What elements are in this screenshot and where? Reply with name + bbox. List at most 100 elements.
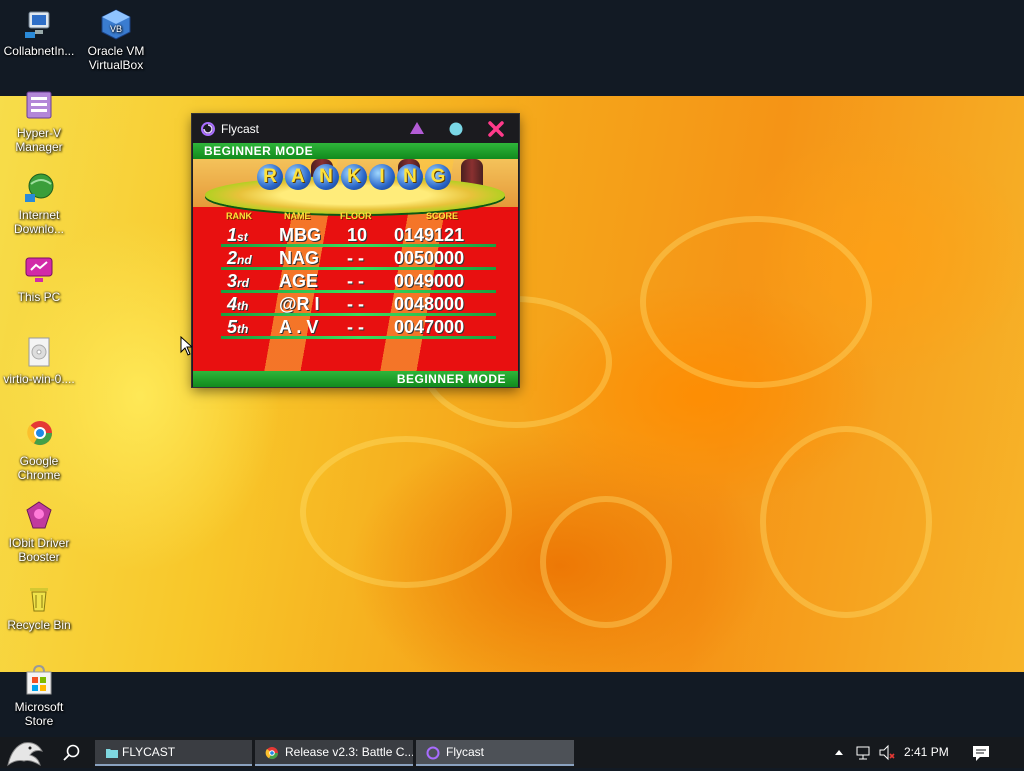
show-hidden-icons-button[interactable] xyxy=(832,737,846,768)
store-icon xyxy=(23,664,55,696)
network-tray-button[interactable] xyxy=(854,737,874,768)
triangle-icon xyxy=(410,122,424,134)
desktop-icon-label: Hyper-V Manager xyxy=(15,126,63,154)
virtualbox-icon: VB xyxy=(100,8,132,40)
desktop-icon-this-pc[interactable]: This PC xyxy=(1,254,77,304)
title-letter: A xyxy=(285,164,311,190)
close-icon xyxy=(488,121,504,137)
taskbar-item-chrome[interactable]: Release v2.3: Battle C... xyxy=(255,740,413,766)
desktop-icon-label: Microsoft Store xyxy=(14,700,64,728)
desktop-icon-iobit[interactable]: IObit Driver Booster xyxy=(1,500,77,564)
search-button[interactable] xyxy=(56,742,86,764)
score-cell: 0049000 xyxy=(394,271,465,291)
row-underline xyxy=(221,336,496,339)
desktop-icon-label: CollabnetIn... xyxy=(3,44,75,58)
wallpaper-swirl xyxy=(540,496,672,628)
recycle-bin-icon xyxy=(23,582,55,614)
flycast-logo-icon xyxy=(201,122,215,136)
ranking-row: 3rd AGE - - 0049000 xyxy=(211,271,506,293)
mouse-cursor-icon xyxy=(180,335,194,356)
title-letter: N xyxy=(397,164,423,190)
wallpaper-swirl xyxy=(640,216,872,388)
ranking-row: 4th @R I - - 0048000 xyxy=(211,294,506,316)
desktop-icon-label: IObit Driver Booster xyxy=(8,536,70,564)
flycast-logo-icon xyxy=(426,745,440,760)
desktop-icon-hyperv[interactable]: Hyper-V Manager xyxy=(1,90,77,154)
close-button[interactable] xyxy=(485,119,507,139)
name-cell: MBG xyxy=(279,225,321,245)
desktop-icon-microsoft-store[interactable]: Microsoft Store xyxy=(1,664,77,728)
ranking-row: 5th A . V - - 0047000 xyxy=(211,317,506,339)
desktop-icon-collabnet[interactable]: CollabnetIn... xyxy=(1,8,77,58)
chrome-icon xyxy=(23,418,55,450)
ranking-row: 2nd NAG - - 0050000 xyxy=(211,248,506,270)
dragon-logo-icon xyxy=(7,742,44,767)
taskbar-item-flycast[interactable]: Flycast xyxy=(416,740,574,766)
mode-banner-bottom: BEGINNER MODE xyxy=(193,371,518,387)
circle-icon xyxy=(449,122,463,136)
title-letter: N xyxy=(313,164,339,190)
wallpaper-swirl xyxy=(300,436,512,588)
row-underline xyxy=(221,267,496,270)
game-screen[interactable]: BEGINNER MODE R A N K I N G RANK NAME FL… xyxy=(193,143,518,387)
rank-cell: 2nd xyxy=(227,248,252,268)
score-cell: 0149121 xyxy=(394,225,465,245)
taskbar-item-label: FLYCAST xyxy=(122,745,176,759)
desktop-icon-internet-download[interactable]: Internet Downlo... xyxy=(1,172,77,236)
notification-icon xyxy=(973,746,989,761)
desktop-icon-chrome[interactable]: Google Chrome xyxy=(1,418,77,482)
chrome-icon xyxy=(265,745,279,760)
network-icon xyxy=(856,746,870,760)
floor-cell: - - xyxy=(347,248,364,268)
disc-image-icon xyxy=(23,336,55,368)
title-letter: R xyxy=(257,164,283,190)
name-cell: AGE xyxy=(279,271,319,291)
folder-icon xyxy=(105,745,119,759)
rank-cell: 3rd xyxy=(227,271,250,291)
row-underline xyxy=(221,313,496,316)
desktop-icon-label: Internet Downlo... xyxy=(13,208,65,236)
title-bar[interactable]: Flycast xyxy=(192,114,519,143)
title-letter: I xyxy=(369,164,395,190)
taskbar-item-flycast-folder[interactable]: FLYCAST xyxy=(95,740,252,766)
desktop-icon-label: Recycle Bin xyxy=(7,618,71,632)
mode-label: BEGINNER MODE xyxy=(204,144,314,158)
globe-download-icon xyxy=(23,172,55,204)
computer-network-icon xyxy=(23,8,55,40)
search-icon xyxy=(63,744,80,761)
desktop-icon-label: This PC xyxy=(17,290,61,304)
computer-icon xyxy=(23,254,55,286)
desktop-icon-virtualbox[interactable]: VB Oracle VM VirtualBox xyxy=(78,8,154,72)
desktop-icon-label: Oracle VM VirtualBox xyxy=(87,44,145,72)
title-letter: K xyxy=(341,164,367,190)
header-name: NAME xyxy=(284,211,311,221)
score-cell: 0050000 xyxy=(394,248,465,268)
desktop-icon-virtio[interactable]: virtio-win-0.... xyxy=(1,336,77,386)
chevron-up-icon xyxy=(835,750,843,755)
minimize-button[interactable] xyxy=(406,119,428,139)
header-floor: FLOOR xyxy=(340,211,372,221)
clock[interactable]: 2:41 PM xyxy=(904,745,949,759)
row-underline xyxy=(221,290,496,293)
action-center-button[interactable] xyxy=(970,737,992,768)
row-underline xyxy=(221,244,496,247)
maximize-button[interactable] xyxy=(445,119,467,139)
header-score: SCORE xyxy=(426,211,459,221)
taskbar: FLYCAST Release v2.3: Battle C... Flycas… xyxy=(0,737,1024,768)
floor-cell: 10 xyxy=(347,225,368,245)
name-cell: NAG xyxy=(279,248,319,268)
desktop-icon-recycle-bin[interactable]: Recycle Bin xyxy=(1,582,77,632)
desktop-icon-label: Google Chrome xyxy=(17,454,61,482)
taskbar-item-label: Release v2.3: Battle C... xyxy=(285,745,413,759)
wallpaper-swirl xyxy=(760,426,932,618)
volume-muted-icon xyxy=(879,744,895,761)
flycast-window[interactable]: Flycast BEGINNER MODE R A N K I N G RANK… xyxy=(192,114,519,387)
volume-tray-button[interactable] xyxy=(877,737,897,768)
start-button[interactable] xyxy=(0,737,48,768)
svg-text:VB: VB xyxy=(110,24,122,34)
score-cell: 0048000 xyxy=(394,294,465,314)
rank-cell: 1st xyxy=(227,225,248,245)
desktop-icon-label: virtio-win-0.... xyxy=(3,372,75,386)
hyperv-icon xyxy=(23,90,55,122)
iobit-icon xyxy=(23,500,55,532)
